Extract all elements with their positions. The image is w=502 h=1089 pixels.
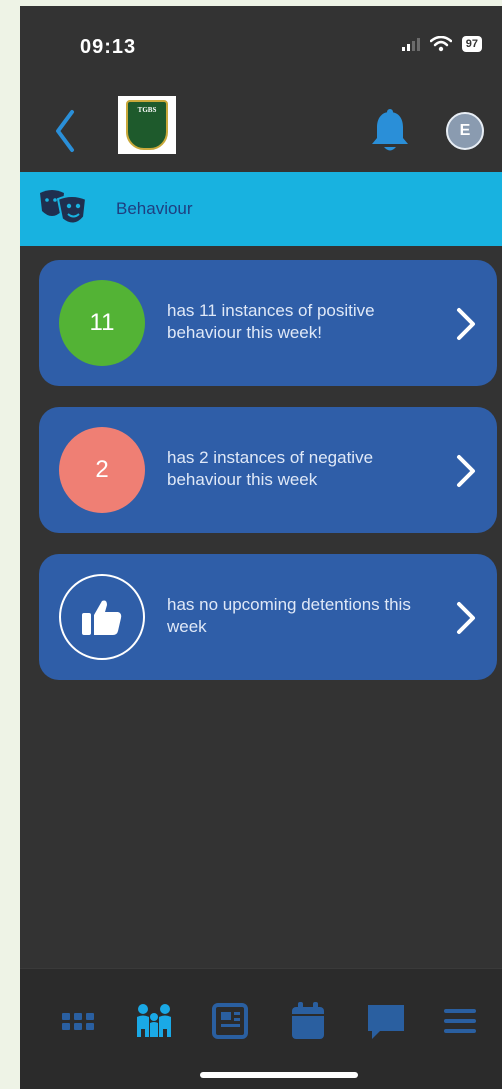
card-text: has 11 instances of positive behaviour t… bbox=[167, 301, 375, 342]
negative-behaviour-card[interactable]: 2 has 2 instances of negative behaviour … bbox=[39, 407, 497, 533]
signal-icon bbox=[401, 37, 420, 51]
people-icon[interactable] bbox=[132, 999, 176, 1043]
section-header: Behaviour bbox=[20, 172, 502, 246]
section-title: Behaviour bbox=[116, 199, 193, 218]
status-icons: 97 bbox=[401, 36, 482, 52]
detentions-card[interactable]: has no upcoming detentions this week bbox=[39, 554, 497, 680]
bell-icon[interactable] bbox=[368, 108, 412, 154]
chevron-right-icon bbox=[457, 602, 475, 634]
positive-count-badge: 11 bbox=[59, 280, 145, 366]
theater-masks-icon bbox=[40, 190, 88, 225]
status-time: 09:13 bbox=[80, 36, 137, 58]
phone-screen: 09:13 97 TGBS E Behaviour 11 has 11 inst… bbox=[20, 6, 502, 1089]
newspaper-icon[interactable] bbox=[208, 999, 252, 1043]
menu-icon[interactable] bbox=[438, 999, 482, 1043]
home-indicator[interactable] bbox=[200, 1072, 358, 1078]
wifi-icon bbox=[429, 36, 452, 52]
chevron-right-icon bbox=[457, 308, 475, 340]
shield-icon: TGBS bbox=[126, 100, 168, 150]
battery-icon: 97 bbox=[461, 36, 482, 52]
negative-count-badge: 2 bbox=[59, 427, 145, 513]
positive-behaviour-card[interactable]: 11 has 11 instances of positive behaviou… bbox=[39, 260, 497, 386]
chevron-right-icon bbox=[457, 455, 475, 487]
calendar-icon[interactable] bbox=[286, 999, 330, 1043]
card-text: has 2 instances of negative behaviour th… bbox=[167, 448, 374, 489]
card-text: has no upcoming detentions this week bbox=[167, 595, 411, 636]
school-logo: TGBS bbox=[118, 96, 176, 154]
chat-icon[interactable] bbox=[364, 999, 408, 1043]
back-icon[interactable] bbox=[50, 106, 80, 156]
grid-icon[interactable] bbox=[56, 999, 100, 1043]
bottom-nav bbox=[20, 968, 502, 1089]
avatar[interactable]: E bbox=[446, 112, 484, 150]
thumbs-up-icon bbox=[59, 574, 145, 660]
